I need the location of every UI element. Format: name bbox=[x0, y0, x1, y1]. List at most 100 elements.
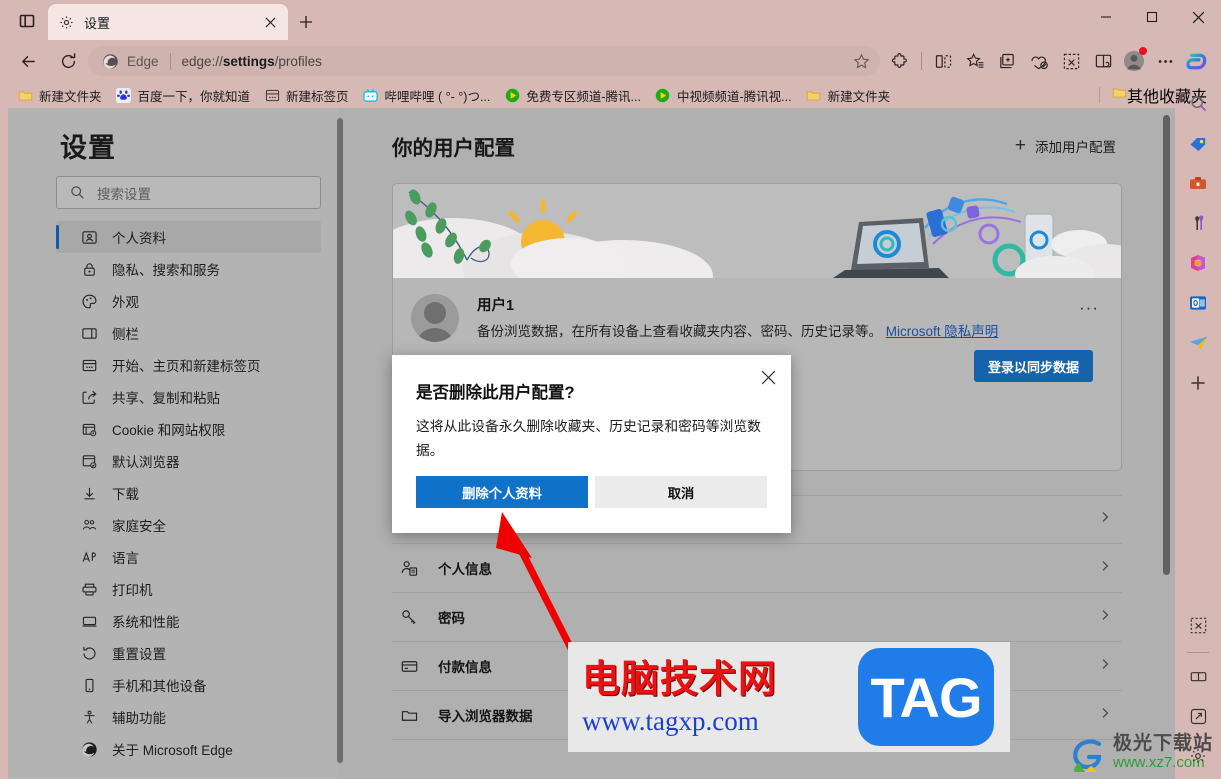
sidebar-item-label: 开始、主页和新建标签页 bbox=[112, 359, 261, 374]
bookmark-item[interactable]: 中视频频道-腾讯视... bbox=[648, 84, 799, 106]
tab-actions-icon[interactable] bbox=[14, 8, 40, 33]
notification-badge bbox=[1139, 47, 1147, 55]
navigation-toolbar: Edge edge://settings/profiles bbox=[0, 40, 1221, 82]
profile-more-icon[interactable]: ··· bbox=[1075, 294, 1103, 322]
add-profile-button[interactable]: + 添加用户配置 bbox=[1009, 131, 1122, 161]
dialog-message: 这将从此设备永久删除收藏夹、历史记录和密码等浏览数据。 bbox=[416, 419, 761, 458]
sidebar-item-appearance[interactable]: 外观 bbox=[56, 285, 321, 317]
bookmark-label: 新建文件夹 bbox=[827, 89, 891, 104]
collections-icon[interactable] bbox=[991, 45, 1023, 77]
bookmark-item[interactable]: 免费专区频道-腾讯... bbox=[497, 84, 648, 106]
sidebar-scrollbar[interactable] bbox=[337, 118, 343, 763]
edge-icon bbox=[80, 740, 99, 759]
bookmark-item[interactable]: 新建文件夹 bbox=[799, 84, 898, 106]
maximize-button[interactable] bbox=[1129, 0, 1175, 34]
sidebar-item-start-home-newtabs[interactable]: 开始、主页和新建标签页 bbox=[56, 349, 321, 381]
sync-signin-button[interactable]: 登录以同步数据 bbox=[973, 350, 1093, 382]
outlook-icon[interactable] bbox=[1181, 286, 1215, 320]
gear-icon bbox=[56, 12, 76, 32]
read-aloud-icon[interactable] bbox=[1087, 45, 1119, 77]
screenshot-icon[interactable] bbox=[1181, 608, 1215, 642]
watermark-url: www.tagxp.com bbox=[582, 705, 759, 736]
sidebar-item-downloads[interactable]: 下载 bbox=[56, 477, 321, 509]
person-info-icon bbox=[398, 557, 420, 579]
bookmark-label: 中视频频道-腾讯视... bbox=[676, 89, 792, 104]
dialog-actions: 删除个人资料 取消 bbox=[416, 476, 767, 508]
favorite-star-icon[interactable] bbox=[848, 48, 874, 74]
sidebar-item-system-performance[interactable]: 系统和性能 bbox=[56, 605, 321, 637]
bookmark-item[interactable]: 哔哩哔哩 ( °- °)つ... bbox=[356, 84, 498, 106]
refresh-icon[interactable] bbox=[52, 45, 84, 77]
screenshot-icon[interactable] bbox=[1055, 45, 1087, 77]
gear-icon[interactable] bbox=[1181, 739, 1215, 773]
sidebar-item-about-edge[interactable]: 关于 Microsoft Edge bbox=[56, 733, 321, 765]
profile-body: 用户1 备份浏览数据，在所有设备上查看收藏夹内容、密码、历史记录等。 Micro… bbox=[393, 278, 1121, 342]
plus-icon[interactable] bbox=[1181, 366, 1215, 400]
sidebar-item-sidebar[interactable]: 侧栏 bbox=[56, 317, 321, 349]
divider bbox=[169, 52, 171, 70]
browser-window: 设置 Edge edge://settings/profiles 新建文件夹 百… bbox=[0, 0, 1221, 779]
back-icon[interactable] bbox=[12, 45, 44, 77]
close-icon[interactable] bbox=[753, 362, 783, 392]
minimize-button[interactable] bbox=[1083, 0, 1129, 34]
sidebar-item-profiles[interactable]: 个人资料 bbox=[56, 221, 321, 253]
settings-sidebar: 设置 搜索设置 个人资料 隐私、搜索和服务 外观 侧栏 开始、主页和新建标签页 … bbox=[8, 108, 343, 779]
page-title: 设置 bbox=[60, 133, 116, 163]
edge-sidebar-rail bbox=[1175, 86, 1221, 779]
search-placeholder: 搜索设置 bbox=[97, 186, 151, 202]
tab-title: 设置 bbox=[84, 15, 111, 31]
folder-icon bbox=[17, 87, 33, 103]
close-icon[interactable] bbox=[260, 12, 280, 32]
profile-name: 用户1 bbox=[477, 298, 515, 314]
delete-profile-button[interactable]: 删除个人资料 bbox=[416, 476, 588, 508]
favorites-icon[interactable] bbox=[959, 45, 991, 77]
send-icon[interactable] bbox=[1181, 326, 1215, 360]
sidebar-item-languages[interactable]: 语言 bbox=[56, 541, 321, 573]
sidebar-item-family-safety[interactable]: 家庭安全 bbox=[56, 509, 321, 541]
bookmark-item[interactable]: 百度一下，你就知道 bbox=[109, 84, 258, 106]
browser-essentials-icon[interactable] bbox=[1023, 45, 1055, 77]
settings-row-passwords[interactable]: 密码 bbox=[392, 593, 1122, 642]
folder-icon bbox=[1112, 85, 1127, 105]
split-screen-icon[interactable] bbox=[927, 45, 959, 77]
more-options-icon[interactable] bbox=[1149, 45, 1181, 77]
split-screen-icon[interactable] bbox=[1181, 659, 1215, 693]
url-text: edge://settings/profiles bbox=[181, 53, 322, 69]
sidebar-item-accessibility[interactable]: 辅助功能 bbox=[56, 701, 321, 733]
sidebar-item-cookies-permissions[interactable]: Cookie 和网站权限 bbox=[56, 413, 321, 445]
games-icon[interactable] bbox=[1181, 206, 1215, 240]
search-icon[interactable] bbox=[1181, 86, 1215, 120]
address-bar[interactable]: Edge edge://settings/profiles bbox=[88, 46, 880, 76]
sidebar-item-reset-settings[interactable]: 重置设置 bbox=[56, 637, 321, 669]
bookmark-item[interactable]: 新建标签页 bbox=[257, 84, 356, 106]
search-input[interactable]: 搜索设置 bbox=[56, 176, 321, 209]
bookmark-label: 新建文件夹 bbox=[39, 89, 102, 104]
content-scrollbar[interactable] bbox=[1163, 115, 1170, 575]
open-external-icon[interactable] bbox=[1181, 699, 1215, 733]
sidebar-item-phone-other-devices[interactable]: 手机和其他设备 bbox=[56, 669, 321, 701]
sidebar-item-default-browser[interactable]: 默认浏览器 bbox=[56, 445, 321, 477]
sidebar-item-printers[interactable]: 打印机 bbox=[56, 573, 321, 605]
privacy-statement-link[interactable]: Microsoft 隐私声明 bbox=[886, 324, 999, 339]
new-tab-icon[interactable] bbox=[294, 10, 318, 34]
close-button[interactable] bbox=[1175, 0, 1221, 34]
avatar[interactable] bbox=[1119, 46, 1149, 76]
sidebar-item-share-copy-paste[interactable]: 共享、复制和粘贴 bbox=[56, 381, 321, 413]
sidebar-item-label: 语言 bbox=[112, 551, 139, 566]
copilot-icon[interactable] bbox=[1181, 45, 1213, 77]
shopping-tag-icon[interactable] bbox=[1181, 126, 1215, 160]
tools-icon[interactable] bbox=[1181, 166, 1215, 200]
edge-label: Edge bbox=[127, 53, 159, 69]
settings-row-personal-info[interactable]: 个人信息 bbox=[392, 544, 1122, 593]
cancel-button[interactable]: 取消 bbox=[595, 476, 767, 508]
family-icon bbox=[80, 516, 99, 535]
bookmark-item[interactable]: 新建文件夹 bbox=[10, 84, 109, 106]
sidebar-item-privacy[interactable]: 隐私、搜索和服务 bbox=[56, 253, 321, 285]
edge-icon bbox=[100, 51, 120, 71]
sidebar-item-label: 共享、复制和粘贴 bbox=[112, 391, 220, 406]
settings-row-label: 密码 bbox=[438, 611, 465, 626]
delete-profile-dialog: 是否删除此用户配置? 这将从此设备永久删除收藏夹、历史记录和密码等浏览数据。 删… bbox=[392, 355, 791, 533]
microsoft365-icon[interactable] bbox=[1181, 246, 1215, 280]
browser-tab[interactable]: 设置 bbox=[48, 4, 288, 40]
extensions-icon[interactable] bbox=[884, 45, 916, 77]
